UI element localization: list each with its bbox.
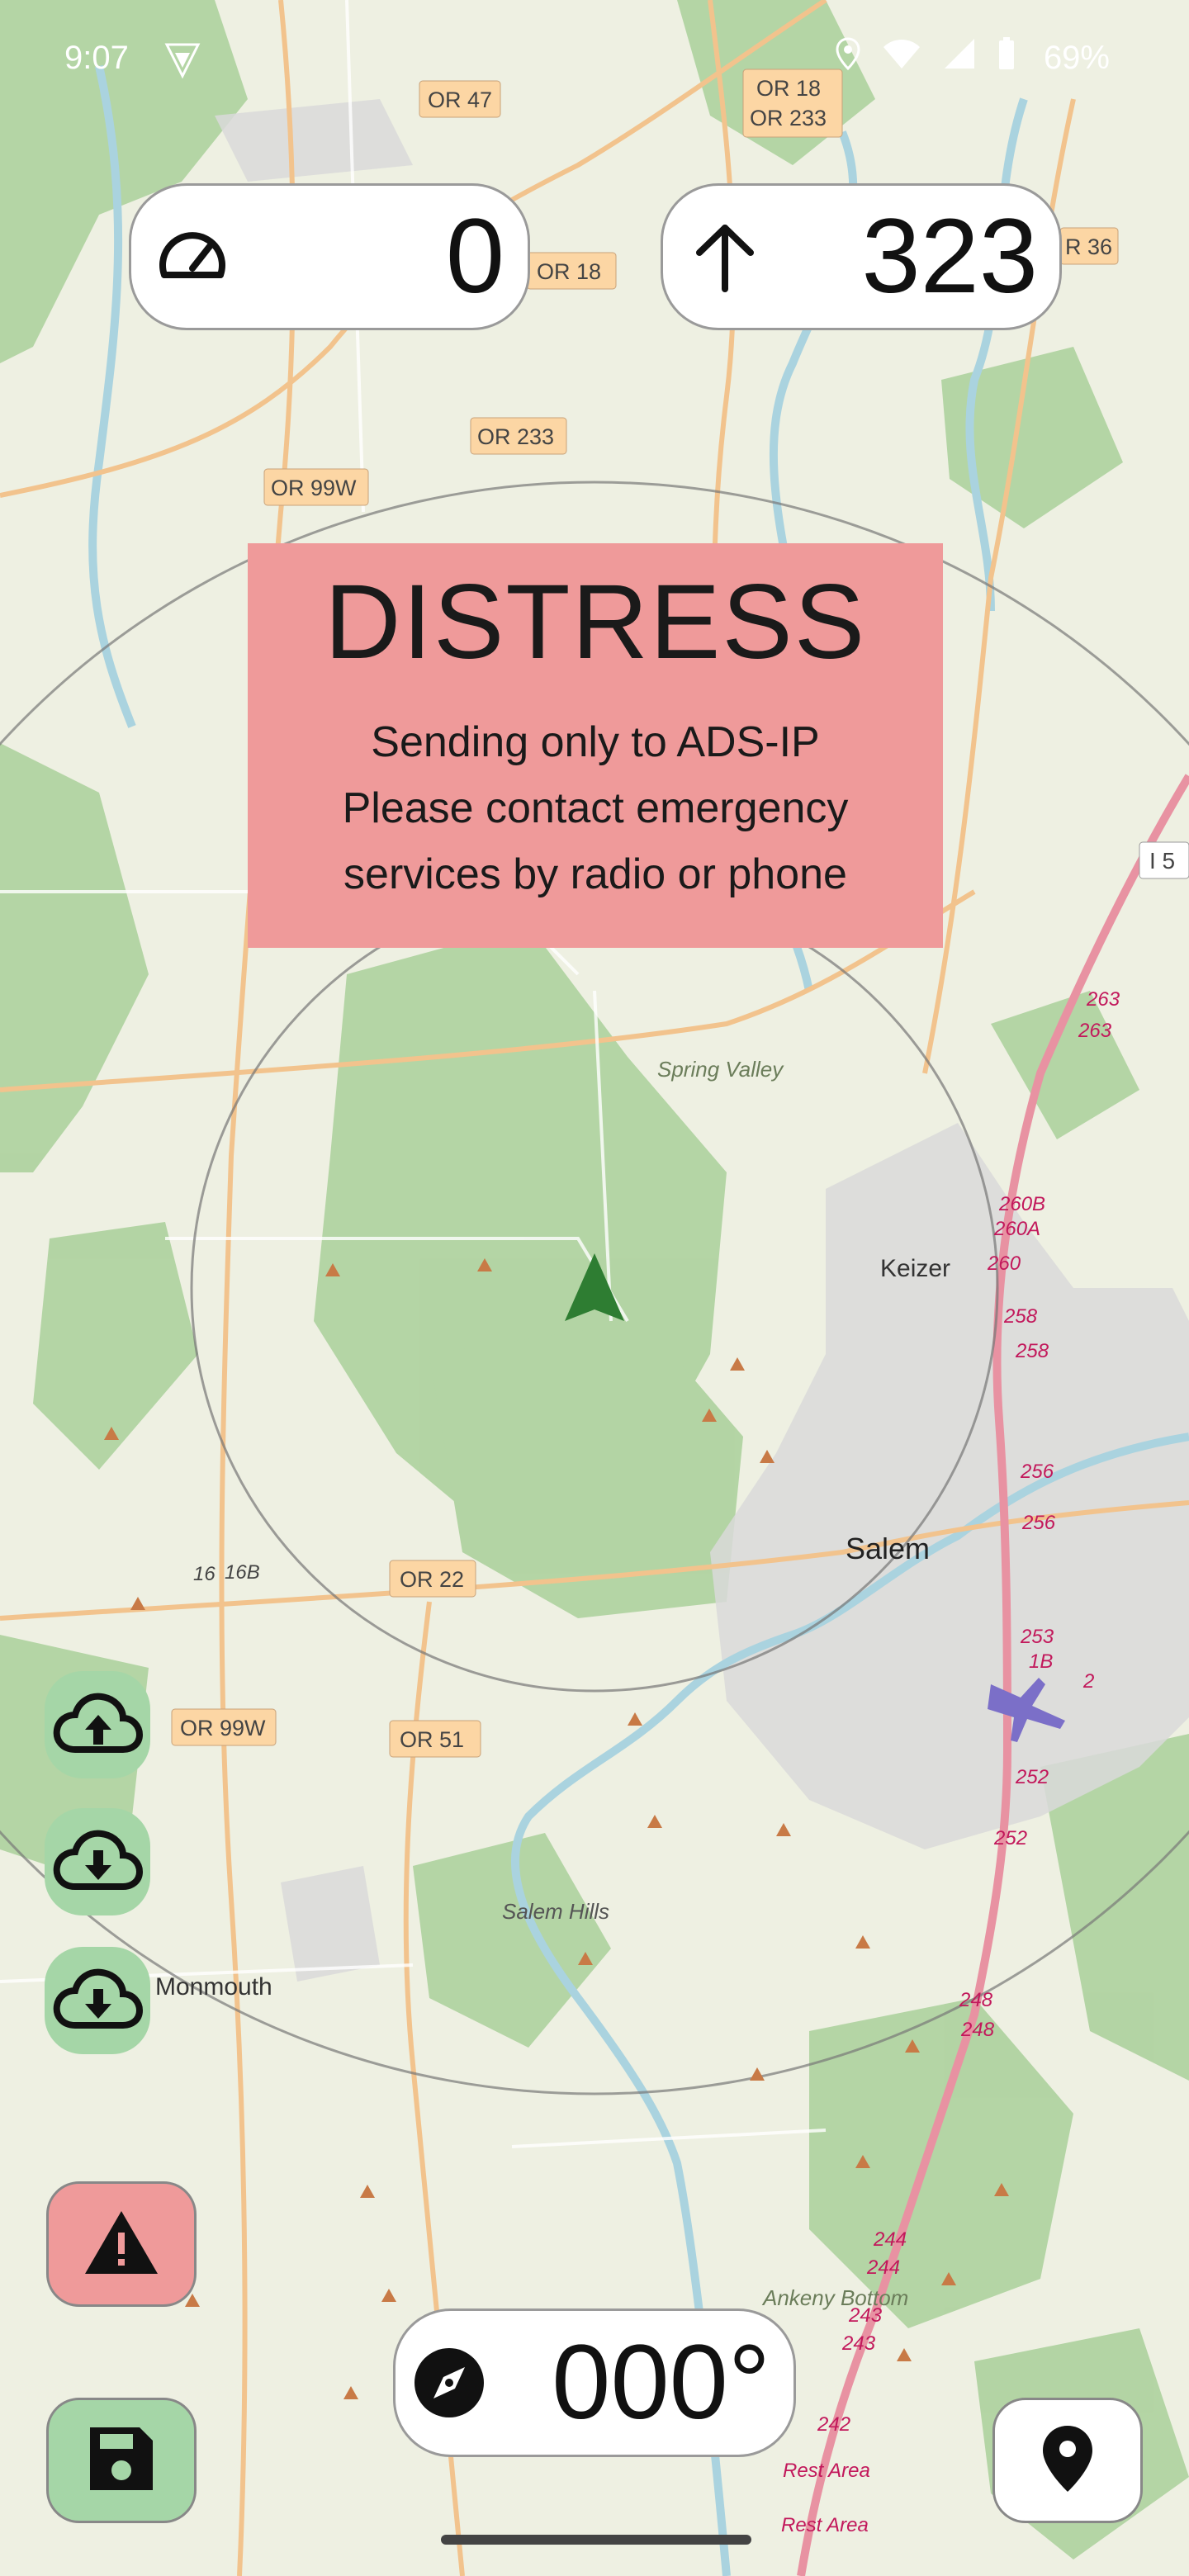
map-label: 260A (993, 1218, 1040, 1240)
map-label: 16B (225, 1561, 260, 1584)
distress-title: DISTRESS (324, 563, 867, 681)
cloud-download-icon (52, 1827, 144, 1897)
battery-percent: 69% (1043, 40, 1110, 76)
map-label: 260 (987, 1252, 1021, 1275)
save-button[interactable] (46, 2398, 197, 2523)
cloud-download-button[interactable] (45, 1947, 150, 2054)
map-label: 253 (1020, 1626, 1054, 1648)
wifi-icon (882, 37, 921, 78)
map-label: R 36 (1065, 234, 1112, 259)
map-label: Spring Valley (657, 1057, 784, 1082)
map-pin-icon (1041, 2424, 1094, 2498)
location-icon (836, 37, 860, 78)
speed-value: 0 (445, 197, 504, 315)
map-label: 258 (1015, 1340, 1049, 1362)
vpn-icon (163, 41, 201, 88)
center-location-button[interactable] (992, 2398, 1143, 2523)
map-label: Monmouth (155, 1973, 272, 2001)
altitude-indicator[interactable]: 323 (661, 183, 1062, 330)
save-icon (87, 2424, 156, 2498)
map-label: 263 (1086, 988, 1120, 1011)
map-label: 252 (993, 1827, 1027, 1849)
altitude-value: 323 (861, 197, 1038, 315)
map-label: 244 (866, 2256, 900, 2279)
status-time: 9:07 (64, 40, 129, 76)
map-label: 263 (1078, 1020, 1112, 1042)
map-label: 258 (1003, 1305, 1038, 1328)
map-label: Keizer (880, 1255, 950, 1282)
distress-line: Please contact emergency (342, 784, 849, 832)
signal-icon (943, 37, 976, 78)
map-label: Ankeny Bottom (761, 2285, 908, 2310)
map-label: 2 (1082, 1670, 1094, 1693)
heading-value: 000° (552, 2323, 770, 2441)
map-label: 256 (1020, 1461, 1054, 1483)
map-label: OR 18 (537, 259, 601, 284)
heading-indicator[interactable]: 000° (393, 2308, 796, 2457)
cloud-upload-button[interactable] (45, 1671, 150, 1778)
map-label: 16 (193, 1563, 216, 1585)
distress-line: Sending only to ADS-IP (371, 717, 820, 766)
cloud-upload-icon (52, 1690, 144, 1760)
status-icons (836, 35, 1016, 81)
compass-icon (412, 2346, 486, 2420)
map-label: OR 99W (271, 476, 357, 500)
cloud-download-button[interactable] (45, 1808, 150, 1915)
arrow-up-icon (688, 220, 762, 294)
map-label: OR 99W (180, 1716, 266, 1740)
map-label: OR 233 (477, 424, 554, 449)
map-label: OR 51 (400, 1727, 464, 1752)
map-label: 243 (841, 2332, 876, 2355)
map-label: 1B (1029, 1650, 1053, 1673)
distress-banner: DISTRESS Sending only to ADS-IP Please c… (248, 543, 943, 948)
map-label: Salem Hills (502, 1899, 609, 1924)
speed-indicator[interactable]: 0 (129, 183, 530, 330)
map-label: Rest Area (781, 2514, 869, 2536)
map-label: 242 (817, 2413, 850, 2436)
map-label: 252 (1015, 1766, 1049, 1788)
warning-icon (82, 2208, 161, 2281)
map-label: 260B (998, 1193, 1045, 1215)
cloud-download-icon (52, 1966, 144, 2036)
map-label: I 5 (1149, 848, 1175, 874)
map-label: 248 (959, 1989, 993, 2011)
map-label: OR 22 (400, 1567, 464, 1592)
map-label: Rest Area (783, 2460, 870, 2482)
navigation-handle[interactable] (441, 2535, 751, 2545)
map-label: 244 (873, 2228, 907, 2251)
map-label: Salem (846, 1532, 930, 1565)
battery-icon (997, 36, 1016, 79)
emergency-alert-button[interactable] (46, 2181, 197, 2307)
map-label: 256 (1021, 1512, 1056, 1534)
speedometer-icon (153, 217, 232, 296)
distress-line: services by radio or phone (343, 850, 847, 898)
status-bar: 9:07 69% (0, 0, 1189, 116)
map-label: 248 (960, 2019, 995, 2041)
